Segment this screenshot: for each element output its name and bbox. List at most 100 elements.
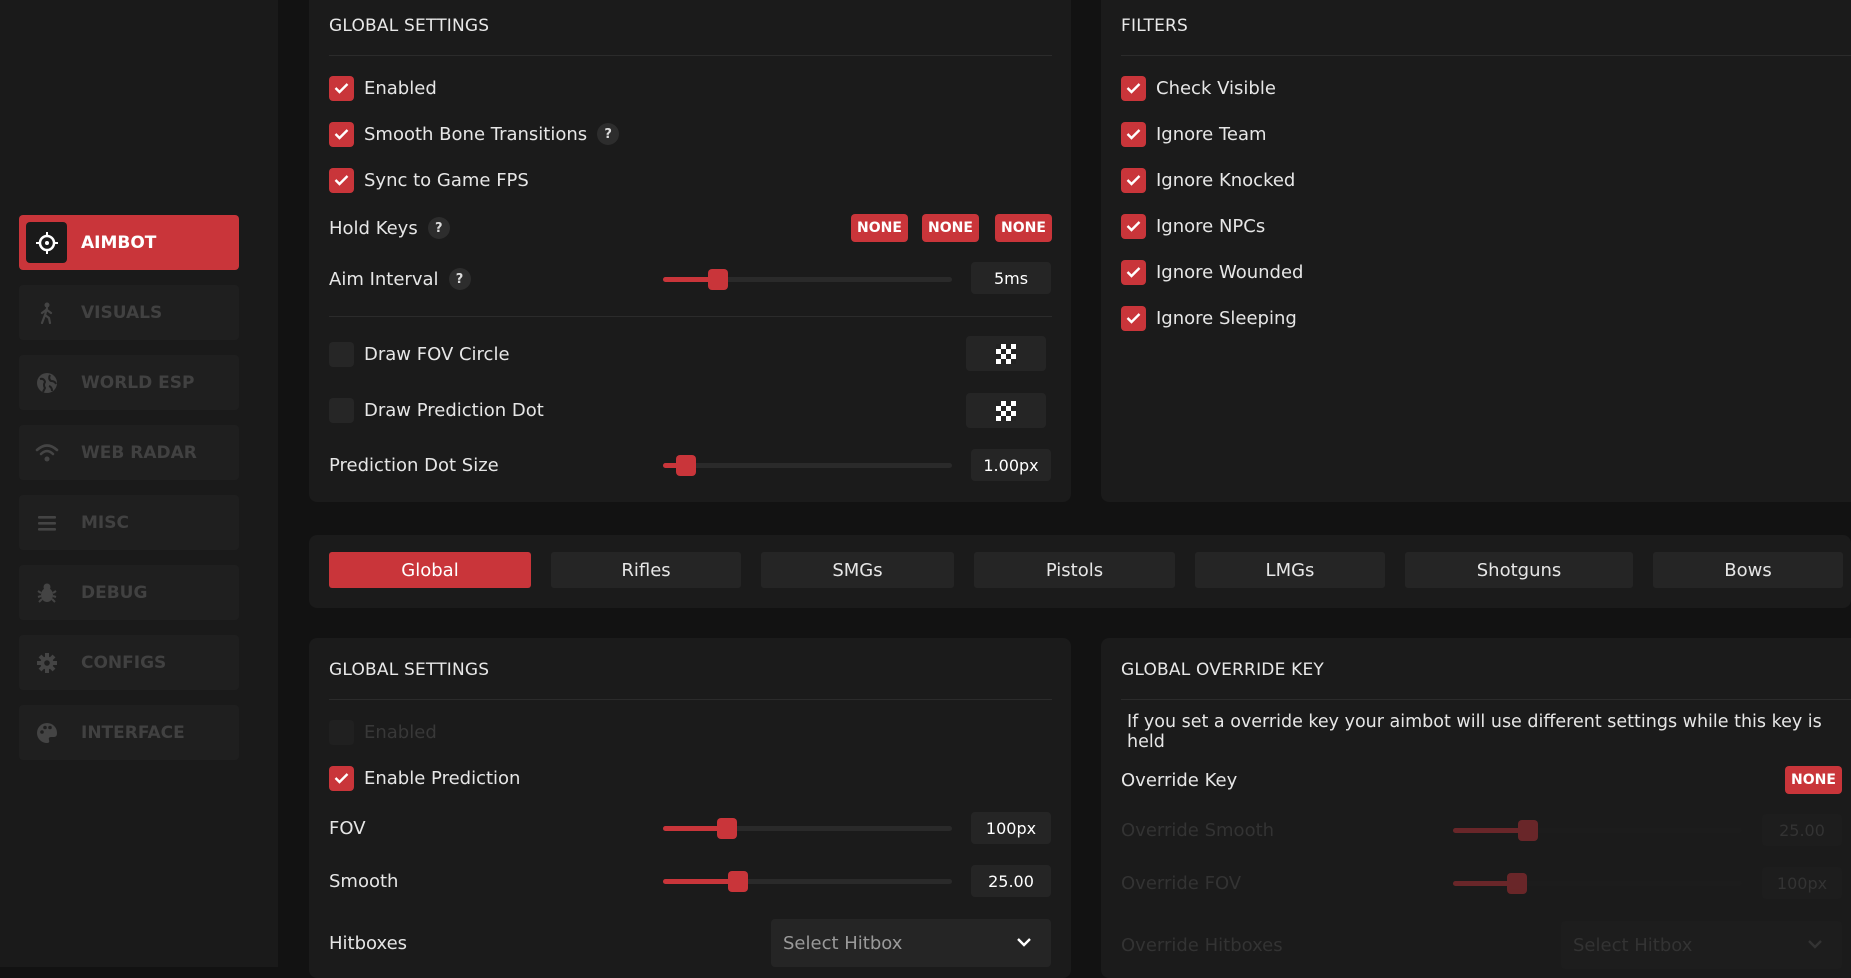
override-smooth-label: Override Smooth bbox=[1121, 819, 1275, 841]
checkbox-label: Ignore Wounded bbox=[1156, 261, 1304, 283]
override-smooth-value[interactable]: 25.00 bbox=[1762, 814, 1842, 846]
help-icon[interactable]: ? bbox=[427, 217, 450, 239]
sidebar-item-label: CONFIGS bbox=[81, 652, 167, 673]
enabled-checkbox[interactable]: Enabled bbox=[329, 74, 437, 102]
gear-icon bbox=[26, 642, 67, 683]
checkbox-label: Sync to Game FPS bbox=[364, 169, 529, 191]
smooth-slider[interactable] bbox=[663, 871, 952, 892]
divider bbox=[1121, 699, 1851, 700]
draw-fov-circle-checkbox[interactable]: Draw FOV Circle bbox=[329, 340, 510, 368]
tab-global[interactable]: Global bbox=[329, 552, 531, 588]
wifi-icon bbox=[26, 432, 67, 473]
hold-key-button-3[interactable]: NONE bbox=[995, 214, 1052, 242]
checkmark-icon bbox=[329, 167, 354, 193]
sidebar-item-aimbot[interactable]: AIMBOT bbox=[19, 215, 239, 270]
walking-person-icon bbox=[26, 292, 67, 333]
sidebar-item-visuals[interactable]: VISUALS bbox=[19, 285, 239, 340]
override-fov-value[interactable]: 100px bbox=[1762, 867, 1842, 899]
slider-thumb[interactable] bbox=[676, 455, 696, 476]
ignore-knocked-checkbox[interactable]: Ignore Knocked bbox=[1121, 166, 1295, 194]
ignore-sleeping-checkbox[interactable]: Ignore Sleeping bbox=[1121, 304, 1297, 332]
ignore-wounded-checkbox[interactable]: Ignore Wounded bbox=[1121, 258, 1303, 286]
checkmark-icon bbox=[329, 75, 354, 101]
override-fov-slider[interactable] bbox=[1453, 873, 1742, 894]
draw-prediction-dot-checkbox[interactable]: Draw Prediction Dot bbox=[329, 396, 544, 424]
override-key-button[interactable]: NONE bbox=[1785, 766, 1842, 794]
tab-smgs[interactable]: SMGs bbox=[761, 552, 954, 588]
sidebar-item-world-esp[interactable]: WORLD ESP bbox=[19, 355, 239, 410]
slider-thumb[interactable] bbox=[1507, 873, 1527, 894]
slider-thumb[interactable] bbox=[1518, 820, 1538, 841]
hitbox-select[interactable]: Select Hitbox bbox=[771, 919, 1051, 967]
fov-value[interactable]: 100px bbox=[971, 812, 1051, 844]
panel-title: GLOBAL SETTINGS bbox=[329, 16, 490, 36]
sidebar-item-label: DEBUG bbox=[81, 582, 148, 603]
panel-title: GLOBAL SETTINGS bbox=[329, 660, 490, 680]
slider-thumb[interactable] bbox=[728, 871, 748, 892]
tab-pistols[interactable]: Pistols bbox=[974, 552, 1175, 588]
fov-circle-color-picker[interactable] bbox=[966, 336, 1046, 371]
prediction-dot-color-picker[interactable] bbox=[966, 393, 1046, 428]
aim-interval-label: Aim Interval bbox=[329, 268, 439, 290]
color-swatch-icon bbox=[996, 400, 1016, 421]
sync-to-game-fps-checkbox[interactable]: Sync to Game FPS bbox=[329, 166, 529, 194]
slider-thumb[interactable] bbox=[717, 818, 737, 839]
menu-lines-icon bbox=[26, 502, 67, 543]
prediction-dot-size-slider[interactable] bbox=[663, 455, 952, 476]
checkbox-label: Check Visible bbox=[1156, 77, 1276, 99]
hold-keys-row: Hold Keys ? bbox=[329, 214, 450, 242]
smooth-bone-transitions-checkbox[interactable]: Smooth Bone Transitions ? bbox=[329, 120, 620, 148]
color-swatch-icon bbox=[996, 343, 1016, 364]
aim-interval-value[interactable]: 5ms bbox=[971, 262, 1051, 294]
help-icon[interactable]: ? bbox=[597, 123, 620, 145]
smooth-value[interactable]: 25.00 bbox=[971, 865, 1051, 897]
checkbox-label: Ignore NPCs bbox=[1156, 215, 1266, 237]
help-icon[interactable]: ? bbox=[448, 268, 471, 290]
slider-thumb[interactable] bbox=[708, 269, 728, 290]
aim-interval-row: Aim Interval ? bbox=[329, 265, 471, 293]
checkbox-label: Ignore Team bbox=[1156, 123, 1267, 145]
ignore-npcs-checkbox[interactable]: Ignore NPCs bbox=[1121, 212, 1265, 240]
tab-rifles[interactable]: Rifles bbox=[551, 552, 741, 588]
checkbox-label: Draw Prediction Dot bbox=[364, 399, 544, 421]
override-hitbox-select[interactable]: Select Hitbox bbox=[1561, 921, 1842, 969]
sidebar-item-misc[interactable]: MISC bbox=[19, 495, 239, 550]
override-hitboxes-label: Override Hitboxes bbox=[1121, 934, 1283, 956]
tab-bows[interactable]: Bows bbox=[1653, 552, 1843, 588]
check-visible-checkbox[interactable]: Check Visible bbox=[1121, 74, 1276, 102]
tab-shotguns[interactable]: Shotguns bbox=[1405, 552, 1633, 588]
sidebar-item-debug[interactable]: DEBUG bbox=[19, 565, 239, 620]
sidebar-item-label: INTERFACE bbox=[81, 722, 185, 743]
checkbox-label: Draw FOV Circle bbox=[364, 343, 510, 365]
panel-title: GLOBAL OVERRIDE KEY bbox=[1121, 660, 1324, 680]
ignore-team-checkbox[interactable]: Ignore Team bbox=[1121, 120, 1267, 148]
checkbox-label: Smooth Bone Transitions bbox=[364, 123, 588, 145]
sidebar-item-interface[interactable]: INTERFACE bbox=[19, 705, 239, 760]
select-placeholder: Select Hitbox bbox=[783, 932, 903, 954]
fov-slider[interactable] bbox=[663, 818, 952, 839]
checkmark-icon bbox=[1121, 75, 1146, 101]
bug-icon bbox=[26, 572, 67, 613]
tab-lmgs[interactable]: LMGs bbox=[1195, 552, 1385, 588]
sidebar-item-configs[interactable]: CONFIGS bbox=[19, 635, 239, 690]
hold-key-button-1[interactable]: NONE bbox=[851, 214, 908, 242]
checkbox-box bbox=[329, 397, 354, 423]
prediction-dot-size-value[interactable]: 1.00px bbox=[971, 449, 1051, 481]
checkmark-icon bbox=[1121, 213, 1146, 239]
enable-prediction-checkbox[interactable]: Enable Prediction bbox=[329, 764, 520, 792]
divider bbox=[329, 55, 1052, 56]
divider bbox=[329, 316, 1052, 317]
checkmark-icon bbox=[329, 121, 354, 147]
sidebar-item-web-radar[interactable]: WEB RADAR bbox=[19, 425, 239, 480]
hold-key-button-2[interactable]: NONE bbox=[922, 214, 979, 242]
checkbox-label: Ignore Sleeping bbox=[1156, 307, 1297, 329]
aim-interval-slider[interactable] bbox=[663, 269, 952, 290]
override-smooth-slider[interactable] bbox=[1453, 820, 1742, 841]
fov-label: FOV bbox=[329, 817, 366, 839]
weapon-enabled-checkbox[interactable]: Enabled bbox=[329, 718, 437, 746]
checkbox-label: Ignore Knocked bbox=[1156, 169, 1296, 191]
checkmark-icon bbox=[1121, 121, 1146, 147]
crosshair-icon bbox=[26, 222, 67, 263]
checkbox-label: Enabled bbox=[364, 721, 437, 743]
sidebar-item-label: AIMBOT bbox=[81, 232, 157, 253]
